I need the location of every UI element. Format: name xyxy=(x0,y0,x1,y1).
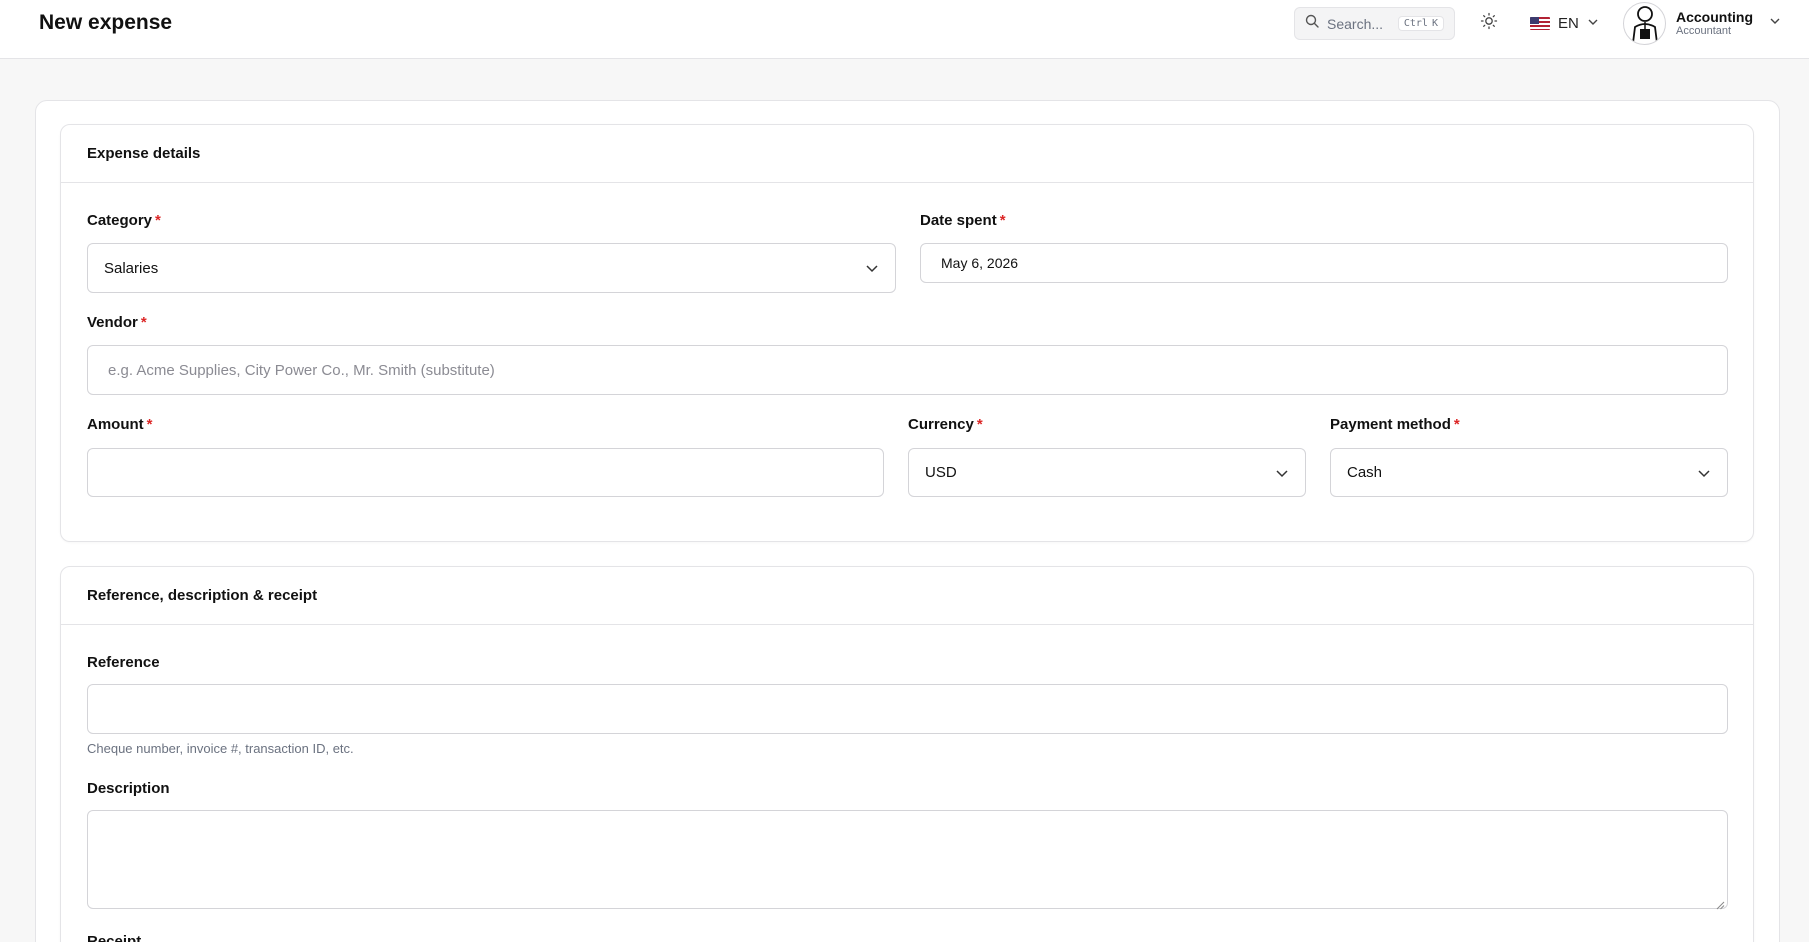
amount-label: Amount * xyxy=(87,416,153,433)
page-title: New expense xyxy=(39,11,173,34)
payment-method-select[interactable]: Cash xyxy=(1330,448,1728,497)
amount-input[interactable] xyxy=(87,448,884,497)
search-placeholder: Search... xyxy=(1327,15,1384,32)
user-menu[interactable]: Accounting Accountant xyxy=(1623,1,1781,45)
chevron-down-icon xyxy=(1769,14,1781,32)
sun-icon xyxy=(1480,12,1498,35)
section-title: Expense details xyxy=(61,125,1753,183)
category-label: Category * xyxy=(87,212,161,229)
avatar xyxy=(1623,1,1666,45)
section-title: Reference, description & receipt xyxy=(61,567,1753,625)
language-code: EN xyxy=(1558,14,1579,32)
date-spent-input[interactable]: May 6, 2026 xyxy=(920,243,1728,283)
vendor-label: Vendor * xyxy=(87,314,147,331)
user-avatar-icon xyxy=(1631,6,1658,43)
search-button[interactable]: Search... Ctrl K xyxy=(1294,7,1455,40)
language-selector[interactable]: EN xyxy=(1530,10,1599,36)
reference-help-text: Cheque number, invoice #, transaction ID… xyxy=(87,741,354,756)
search-shortcut: Ctrl K xyxy=(1397,16,1444,31)
us-flag-icon xyxy=(1530,16,1550,30)
currency-select[interactable]: USD xyxy=(908,448,1306,497)
description-textarea[interactable] xyxy=(87,810,1728,910)
chevron-down-icon xyxy=(1275,466,1289,480)
top-bar: New expense Search... Ctrl K EN Accounti… xyxy=(0,0,1809,59)
reference-label: Reference xyxy=(87,654,160,671)
receipt-label: Receipt xyxy=(87,933,142,942)
reference-input[interactable] xyxy=(87,684,1728,734)
shortcut-modifier: Ctrl xyxy=(1403,18,1428,29)
vendor-input[interactable]: e.g. Acme Supplies, City Power Co., Mr. … xyxy=(87,345,1728,395)
description-label: Description xyxy=(87,780,170,797)
user-role: Accountant xyxy=(1676,24,1732,37)
resize-handle-icon[interactable] xyxy=(1716,897,1725,910)
chevron-down-icon xyxy=(865,261,879,275)
category-select[interactable]: Salaries xyxy=(87,243,896,293)
chevron-down-icon xyxy=(1587,15,1599,32)
shortcut-key: K xyxy=(1431,18,1438,29)
theme-toggle-button[interactable] xyxy=(1476,10,1502,36)
category-value: Salaries xyxy=(104,259,159,277)
date-spent-value: May 6, 2026 xyxy=(941,255,1019,271)
currency-label: Currency * xyxy=(908,416,983,433)
chevron-down-icon xyxy=(1697,466,1711,480)
vendor-placeholder: e.g. Acme Supplies, City Power Co., Mr. … xyxy=(108,361,495,379)
user-name: Accounting xyxy=(1676,8,1753,25)
search-icon xyxy=(1305,14,1319,33)
currency-value: USD xyxy=(925,464,957,481)
date-spent-label: Date spent * xyxy=(920,212,1006,229)
payment-method-value: Cash xyxy=(1347,464,1383,481)
payment-method-label: Payment method * xyxy=(1330,416,1460,433)
